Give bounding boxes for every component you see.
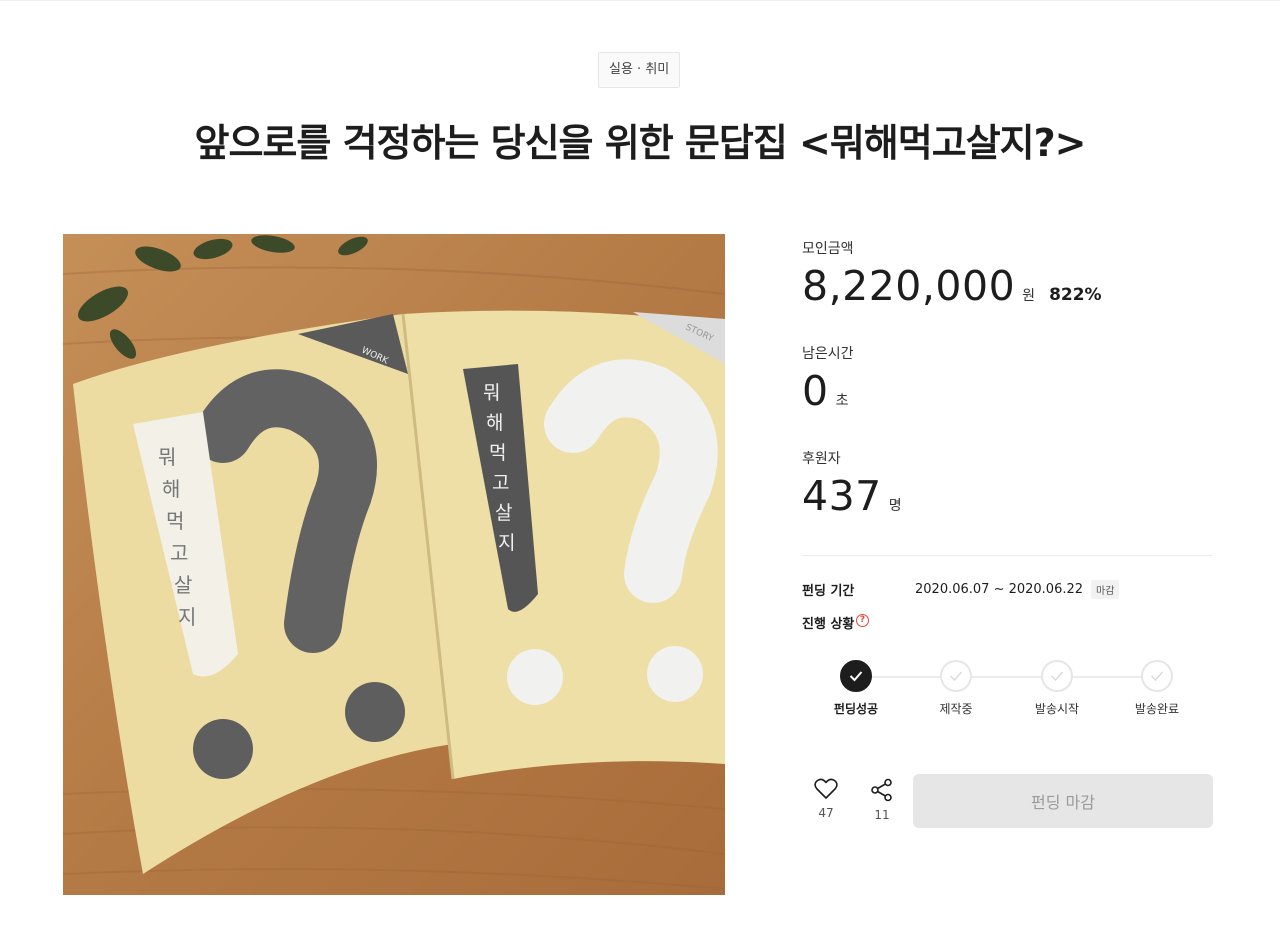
step-shipping-start <box>1041 660 1073 692</box>
top-divider <box>0 0 1280 1</box>
step-shipping-complete <box>1141 660 1173 692</box>
help-icon[interactable]: ? <box>856 614 869 627</box>
share-count: 11 <box>874 808 890 822</box>
check-icon <box>1050 671 1064 682</box>
step-label-shipping-start: 발송시작 <box>1034 702 1080 716</box>
check-icon <box>849 671 863 682</box>
step-label-funding-success: 펀딩성공 <box>833 702 879 716</box>
period-value-row: 2020.06.07 ~ 2020.06.22 마감 <box>915 580 1120 599</box>
remaining-unit: 초 <box>835 393 849 409</box>
like-count: 47 <box>818 806 834 820</box>
remaining-time: 0 초 <box>802 367 848 415</box>
raised-unit: 원 <box>1022 288 1036 304</box>
check-icon <box>949 671 963 682</box>
status-label: 진행 상황 <box>802 617 855 632</box>
share-button[interactable]: 11 <box>862 778 902 822</box>
category-tag[interactable]: 실용 · 취미 <box>598 52 681 88</box>
step-label-production: 제작중 <box>939 702 973 716</box>
raised-amount: 8,220,000 원 822% <box>802 262 1102 310</box>
step-production <box>940 660 972 692</box>
period-label: 펀딩 기간 <box>802 584 855 599</box>
product-image[interactable]: WORK STORY 뭐해먹 고살지 뭐해먹 고살지 <box>63 234 725 895</box>
share-icon <box>871 778 892 802</box>
step-label-shipping-complete: 발송완료 <box>1134 702 1180 716</box>
raised-value: 8,220,000 <box>802 262 1016 310</box>
page-title: 앞으로를 걱정하는 당신을 위한 문답집 <뭐해먹고살지?> <box>194 121 1087 165</box>
progress-track <box>856 676 1156 678</box>
like-button[interactable]: 47 <box>806 778 846 820</box>
backers-unit: 명 <box>888 498 902 514</box>
check-icon <box>1150 671 1164 682</box>
heart-icon <box>814 778 838 799</box>
funding-closed-button[interactable]: 펀딩 마감 <box>913 774 1213 828</box>
period-badge: 마감 <box>1091 580 1120 599</box>
stats-divider <box>802 555 1212 556</box>
remaining-value: 0 <box>802 367 829 415</box>
backers-value: 437 <box>802 472 882 520</box>
raised-label: 모인금액 <box>802 241 854 257</box>
raised-percent: 822% <box>1049 285 1102 305</box>
backers-label: 후원자 <box>802 451 841 467</box>
step-funding-success <box>840 660 872 692</box>
remaining-label: 남은시간 <box>802 346 854 362</box>
period-value: 2020.06.07 ~ 2020.06.22 <box>915 582 1084 597</box>
backers-count: 437 명 <box>802 472 902 520</box>
